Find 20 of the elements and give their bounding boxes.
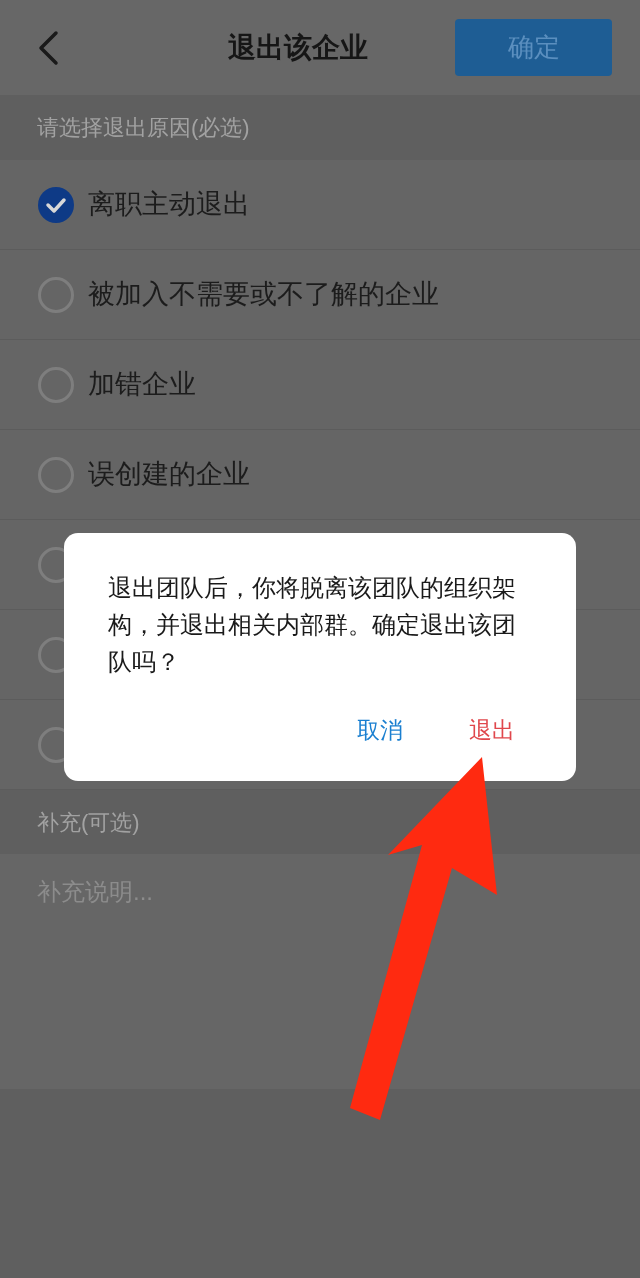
dialog-button[interactable]: 取消 xyxy=(332,708,428,751)
confirm-button[interactable]: 确定 xyxy=(455,19,612,76)
radio-icon xyxy=(38,456,74,493)
dialog-message: 退出团队后，你将脱离该团队的组织架构，并退出相关内部群。确定退出该团队吗？ xyxy=(108,573,517,677)
reason-option[interactable]: 误创建的企业 xyxy=(0,430,640,520)
radio-icon xyxy=(38,366,74,403)
section-heading: 补充(可选) xyxy=(37,808,140,837)
checked-radio-icon xyxy=(38,186,74,223)
reason-option[interactable]: 离职主动退出 xyxy=(0,160,640,250)
reason-option[interactable]: 被加入不需要或不了解的企业 xyxy=(0,250,640,340)
section-heading: 请选择退出原因(必选) xyxy=(37,114,250,142)
dialog-button[interactable]: 退出 xyxy=(444,708,540,751)
page-title: 退出该企业 xyxy=(227,30,368,65)
option-label: 离职主动退出 xyxy=(88,188,250,222)
option-label: 被加入不需要或不了解的企业 xyxy=(88,278,439,312)
back-icon[interactable] xyxy=(36,29,60,66)
radio-icon xyxy=(38,276,74,313)
option-label: 误创建的企业 xyxy=(88,458,250,492)
reason-option[interactable]: 加错企业 xyxy=(0,340,640,430)
option-label: 加错企业 xyxy=(88,368,196,402)
